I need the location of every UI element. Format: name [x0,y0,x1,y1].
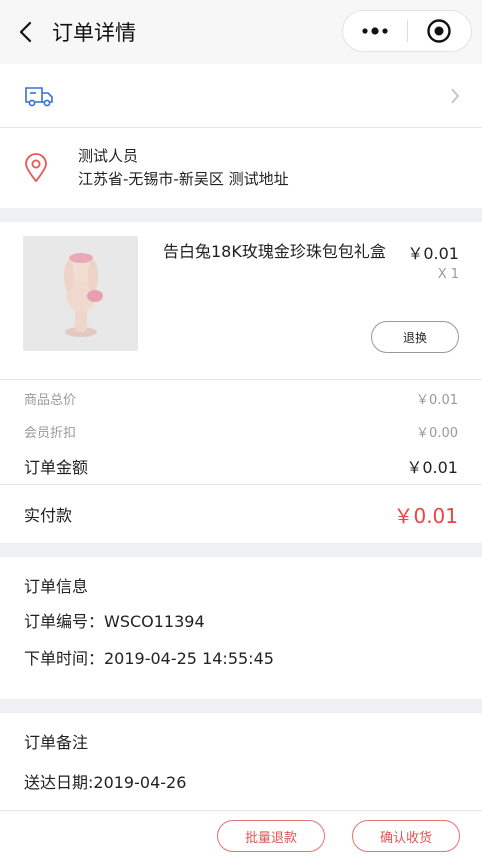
more-icon[interactable] [343,11,407,51]
receiver-name: 测试人员 [78,147,139,165]
order-number: 订单编号：WSCO11394 [24,612,205,631]
location-pin-icon [25,153,47,183]
order-amount-row: 订单金额 ￥0.01 [0,448,482,485]
refund-exchange-button[interactable]: 退换 [371,321,459,353]
batch-refund-button[interactable]: 批量退款 [217,820,325,852]
page-title: 订单详情 [52,21,136,45]
confirm-receipt-button[interactable]: 确认收货 [352,820,460,852]
goods-item: 告白兔18K玫瑰金珍珠包包礼盒 ￥0.01 X 1 退换 [0,222,482,380]
order-remark-section: 订单备注 送达日期:2019-04-26 [0,713,482,811]
paid-row: 实付款 ￥0.01 [0,485,482,543]
action-bar: 批量退款 确认收货 [0,811,482,861]
product-price: ￥0.01 [407,244,459,263]
nav-bar: 订单详情 [0,0,482,64]
chevron-right-icon [451,87,460,104]
receiver-address: 江苏省-无锡市-新吴区 测试地址 [78,170,289,188]
product-quantity: X 1 [437,267,459,282]
mini-program-capsule [342,10,472,52]
address-row[interactable]: 测试人员 江苏省-无锡市-新吴区 测试地址 [0,128,482,208]
product-name[interactable]: 告白兔18K玫瑰金珍珠包包礼盒 [163,240,395,264]
order-info-section: 订单信息 订单编号：WSCO11394 下单时间：2019-04-25 14:5… [0,557,482,699]
delivery-date: 送达日期:2019-04-26 [24,773,187,792]
member-discount-row: 会员折扣 ￥0.00 [0,415,482,448]
truck-icon [25,86,53,106]
logistics-row[interactable] [0,64,482,128]
order-amount-label: 订单金额 [24,458,89,477]
member-discount-label: 会员折扣 [24,426,77,441]
paid-value: ￥0.01 [393,503,458,528]
goods-total-row: 商品总价 ￥0.01 [0,382,482,415]
close-target-icon[interactable] [408,11,472,51]
goods-total-label: 商品总价 [24,393,77,408]
goods-total-value: ￥0.01 [416,393,458,408]
order-amount-value: ￥0.01 [406,458,458,477]
back-arrow-icon[interactable] [14,20,38,44]
order-time: 下单时间：2019-04-25 14:55:45 [24,649,274,668]
order-remark-title: 订单备注 [24,733,89,752]
product-image[interactable] [23,236,138,351]
order-info-title: 订单信息 [24,577,89,596]
member-discount-value: ￥0.00 [416,426,458,441]
paid-label: 实付款 [24,506,73,525]
